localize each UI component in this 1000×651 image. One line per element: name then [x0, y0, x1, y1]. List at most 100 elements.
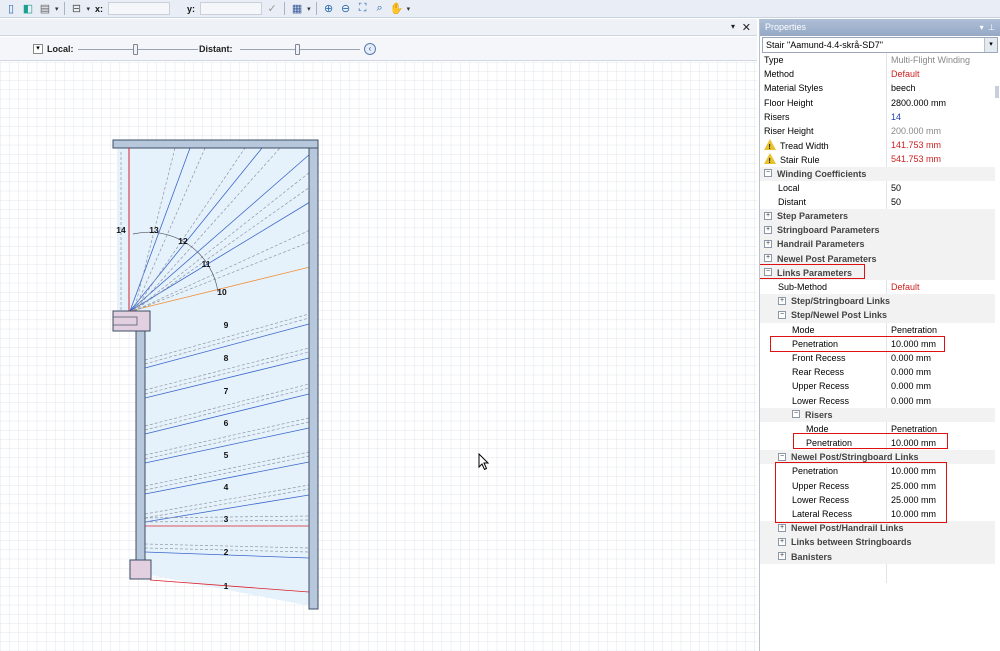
x-coordinate-input[interactable]: [108, 2, 171, 15]
property-value[interactable]: 0.000 mm: [891, 379, 931, 393]
window-list-dropdown-icon[interactable]: ▾: [731, 22, 735, 31]
stair-plan-drawing[interactable]: 1234567891011121314: [0, 62, 757, 651]
expand-icon[interactable]: +: [764, 240, 772, 249]
property-row[interactable]: Stair Rule 541.753 mm: [760, 152, 995, 170]
zoom-window-icon[interactable]: ⌕: [373, 2, 387, 16]
property-row[interactable]: Type Multi-Flight Winding: [760, 53, 995, 67]
property-category[interactable]: + Handrail Parameters: [760, 237, 995, 252]
upper-newel-post: [112, 310, 151, 332]
property-category[interactable]: + Stringboard Parameters: [760, 223, 995, 238]
property-value[interactable]: 0.000 mm: [891, 351, 931, 365]
property-category[interactable]: + Banisters: [760, 549, 995, 564]
property-value[interactable]: 50: [891, 195, 901, 209]
property-key: Method: [764, 67, 794, 81]
dropdown-icon[interactable]: ▾: [87, 5, 91, 13]
dropdown-icon[interactable]: ▾: [55, 5, 59, 13]
scrollbar-thumb[interactable]: [995, 86, 999, 98]
property-row[interactable]: Method Default: [760, 67, 995, 81]
drawing-canvas[interactable]: 1 2 3 4 5 6 7 8 9 10 11 12 13 14: [0, 62, 757, 651]
property-key: + Newel Post/Handrail Links: [778, 521, 904, 535]
collapse-icon[interactable]: −: [778, 311, 786, 319]
property-value[interactable]: Multi-Flight Winding: [891, 53, 970, 67]
property-value[interactable]: 14: [891, 110, 901, 124]
distant-slider-thumb[interactable]: [295, 44, 300, 55]
property-row[interactable]: Front Recess 0.000 mm: [760, 351, 995, 365]
zoom-extents-icon[interactable]: ⛶: [356, 2, 370, 16]
property-value[interactable]: 0.000 mm: [891, 365, 931, 379]
property-key-text: Distant: [778, 196, 807, 207]
winding-slider-bar: ▾ Local: Distant: ‹: [0, 37, 757, 61]
dropdown-icon[interactable]: ▾: [407, 5, 411, 13]
object-selector[interactable]: Stair "Aamund-4.4-skrå-SD7" ▾: [762, 37, 998, 53]
property-value[interactable]: 141.753 mm: [891, 138, 941, 152]
close-document-icon[interactable]: ✕: [742, 21, 751, 34]
dropdown-icon[interactable]: ▾: [307, 5, 311, 13]
property-category[interactable]: + Links between Stringboards: [760, 535, 995, 550]
toolbar-separator: [315, 2, 317, 15]
stair-icon[interactable]: ⊟: [70, 2, 84, 16]
property-value[interactable]: Default: [891, 67, 920, 81]
property-row[interactable]: Local 50: [760, 181, 995, 195]
property-value[interactable]: beech: [891, 81, 916, 95]
expand-icon[interactable]: +: [778, 552, 786, 561]
property-row[interactable]: Riser Height 200.000 mm: [760, 124, 995, 138]
property-row[interactable]: Risers 14: [760, 110, 995, 124]
property-row[interactable]: Distant 50: [760, 195, 995, 209]
expand-icon[interactable]: +: [764, 211, 772, 220]
panel-pin-icon[interactable]: ▾ ⊥: [980, 19, 995, 36]
property-key-text: Rear Recess: [792, 367, 845, 378]
distant-slider-track[interactable]: [240, 49, 360, 50]
zoom-out-icon[interactable]: ⊖: [339, 2, 353, 16]
property-row[interactable]: Upper Recess 0.000 mm: [760, 379, 995, 393]
property-value[interactable]: 541.753 mm: [891, 152, 941, 166]
lower-newel-post: [129, 559, 152, 580]
property-value[interactable]: 0.000 mm: [891, 394, 931, 408]
expand-icon[interactable]: +: [778, 523, 786, 532]
layers-icon[interactable]: ▤: [38, 2, 52, 16]
cube-icon[interactable]: ◧: [21, 2, 35, 16]
check-icon[interactable]: ✓: [265, 2, 279, 16]
pipe-icon[interactable]: ▯: [4, 2, 18, 16]
property-category[interactable]: − Risers: [760, 407, 995, 422]
expand-icon[interactable]: +: [778, 296, 786, 305]
expand-icon[interactable]: +: [764, 225, 772, 234]
collapse-arrow-icon[interactable]: ‹: [364, 43, 376, 55]
property-value[interactable]: 50: [891, 181, 901, 195]
property-row[interactable]: Lower Recess 0.000 mm: [760, 394, 995, 408]
collapse-icon[interactable]: −: [764, 169, 772, 178]
chevron-down-icon[interactable]: ▾: [984, 38, 997, 52]
highlight-step-newel-penetration: [770, 336, 945, 352]
property-row[interactable]: Mode Penetration: [760, 323, 995, 337]
warning-icon: [764, 153, 776, 170]
property-row[interactable]: Rear Recess 0.000 mm: [760, 365, 995, 379]
expand-icon[interactable]: +: [764, 254, 772, 263]
property-key: Tread Width: [764, 138, 829, 155]
y-coordinate-input[interactable]: [200, 2, 263, 15]
property-row[interactable]: Sub-Method Default: [760, 280, 995, 294]
local-slider-thumb[interactable]: [133, 44, 138, 55]
grid-icon[interactable]: ▦: [290, 2, 304, 16]
property-category[interactable]: − Winding Coefficients: [760, 166, 995, 181]
property-value[interactable]: 2800.000 mm: [891, 96, 946, 110]
property-row[interactable]: Floor Height 2800.000 mm: [760, 96, 995, 110]
property-value[interactable]: Default: [891, 280, 920, 294]
property-category[interactable]: − Step/Newel Post Links: [760, 308, 995, 323]
property-row[interactable]: Tread Width 141.753 mm: [760, 138, 995, 155]
pan-hand-icon[interactable]: ✋: [390, 2, 404, 16]
property-value[interactable]: 200.000 mm: [891, 124, 941, 138]
property-key: Material Styles: [764, 81, 823, 95]
collapse-icon[interactable]: −: [778, 452, 786, 461]
property-key-text: Front Recess: [792, 352, 846, 363]
mode-dropdown-icon[interactable]: ▾: [33, 44, 43, 54]
property-category[interactable]: + Step Parameters: [760, 209, 995, 224]
collapse-icon[interactable]: −: [792, 410, 800, 419]
local-slider-track[interactable]: [78, 49, 198, 50]
zoom-in-icon[interactable]: ⊕: [322, 2, 336, 16]
property-value[interactable]: Penetration: [891, 323, 937, 337]
property-category[interactable]: + Newel Post/Handrail Links: [760, 521, 995, 536]
toolbar-separator: [284, 2, 286, 15]
expand-icon[interactable]: +: [778, 538, 786, 546]
property-row[interactable]: Material Styles beech: [760, 81, 995, 95]
property-key: Upper Recess: [792, 379, 849, 393]
property-category[interactable]: + Step/Stringboard Links: [760, 294, 995, 309]
